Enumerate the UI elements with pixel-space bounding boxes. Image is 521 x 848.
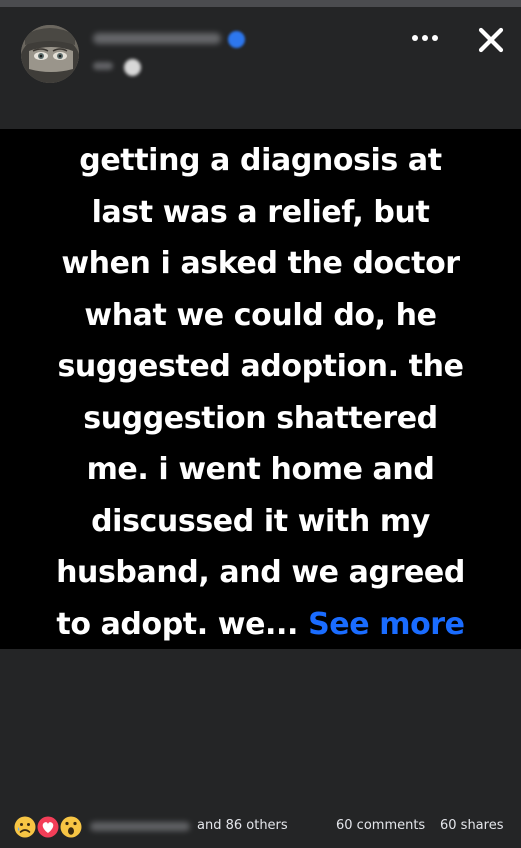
reaction-summary[interactable] [12,814,86,840]
globe-icon [124,59,141,76]
more-options-icon [432,35,438,41]
see-more-link[interactable]: See more [308,607,465,642]
post-text-line: when i asked the doctor [61,246,460,281]
post-viewer: getting a diagnosis at last was a relief… [0,0,521,848]
post-time-redacted[interactable] [93,62,113,70]
close-icon [478,27,504,53]
post-text-line: suggested adoption. the [57,349,464,384]
shares-count[interactable]: 60 shares [440,817,503,835]
post-text-line: husband, and we agreed [56,555,465,590]
post-text-line: discussed it with my [91,503,430,539]
reactor-name-redacted [90,822,190,831]
love-reaction-icon [36,815,60,839]
more-options-button[interactable] [405,22,445,54]
avatar-image [21,25,79,83]
wow-reaction-icon [59,815,83,839]
verified-badge-icon [228,31,245,48]
author-name-redacted[interactable] [93,33,221,44]
more-options-icon [412,35,418,41]
post-text-line: what we could do, he [84,297,437,333]
post-footer: and 86 others 60 comments 60 shares [0,808,521,844]
more-options-icon [422,35,428,41]
post-text-line: last was a relief, but [91,194,430,230]
post-text-line: me. i went home and [86,452,435,487]
post-text-line: getting a diagnosis at [79,143,442,178]
avatar[interactable] [21,25,79,83]
post-text-line: suggestion shattered [83,400,438,436]
reaction-icons [13,815,83,839]
comments-count[interactable]: 60 comments [336,817,425,835]
post-text-canvas: getting a diagnosis at last was a relief… [0,129,521,649]
post-text-line: to adopt. we... [56,606,309,642]
close-button[interactable] [472,21,510,59]
top-divider [0,0,521,7]
reaction-others-count[interactable]: and 86 others [197,817,288,835]
post-text: getting a diagnosis at last was a relief… [20,135,501,650]
sad-reaction-icon [13,815,37,839]
